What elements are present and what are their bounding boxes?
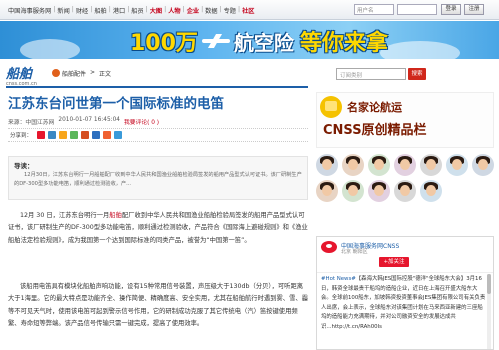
weibo-location: 北京 朝阳区 bbox=[341, 249, 368, 255]
nav-link[interactable]: 船舶 bbox=[94, 6, 106, 15]
nav-link[interactable]: 数据 bbox=[205, 6, 217, 15]
site-logo[interactable]: 船舶 cnss.com.cn bbox=[6, 63, 37, 87]
nav-link[interactable]: 船员 bbox=[131, 6, 143, 15]
weibo-scrollbar[interactable] bbox=[487, 274, 491, 349]
home-icon[interactable] bbox=[52, 69, 60, 77]
share-icon[interactable] bbox=[48, 131, 57, 139]
airplane-icon bbox=[201, 34, 230, 48]
follow-button[interactable]: +加关注 bbox=[379, 257, 409, 267]
section-divider bbox=[6, 86, 308, 88]
weibo-hashtag[interactable]: #Hot News# bbox=[321, 276, 356, 282]
register-button[interactable]: 注册 bbox=[464, 4, 484, 15]
nav-link[interactable]: 中国海事服务网 bbox=[8, 6, 51, 15]
columnist-avatar[interactable] bbox=[316, 154, 338, 176]
columnist-avatar[interactable] bbox=[420, 180, 442, 202]
share-label: 分享到： bbox=[10, 133, 33, 139]
banner-text-insurance: 航空险 bbox=[233, 30, 294, 55]
username-input[interactable]: 用户名 bbox=[354, 4, 394, 15]
nav-link[interactable]: 人物 bbox=[168, 6, 180, 15]
intro-box: 导读： 12月30日，江苏东台明行一月船舶配厂收到中华人民共和国渔业船舶检验局签… bbox=[8, 156, 308, 200]
article-time: 2010-01-07 16:45:04 bbox=[58, 117, 120, 123]
banner-text-cta: 等你来拿 bbox=[299, 31, 388, 56]
nav-separator: | bbox=[238, 6, 241, 13]
breadcrumb: 船舶配件 > 正文 bbox=[62, 69, 111, 78]
search-button[interactable]: 搜索 bbox=[408, 68, 426, 80]
nav-link[interactable]: 新闻 bbox=[57, 6, 69, 15]
article-meta: 来源：中国江苏网 2010-01-07 16:45:04 我要评论( 0 ) bbox=[8, 117, 159, 126]
share-icon[interactable] bbox=[81, 131, 90, 139]
columnist-avatar[interactable] bbox=[472, 154, 494, 176]
columnist-avatar[interactable] bbox=[394, 154, 416, 176]
logo-text: 船舶 bbox=[6, 67, 33, 82]
share-icon[interactable] bbox=[103, 131, 112, 139]
password-input[interactable] bbox=[397, 4, 437, 15]
columnist-avatar[interactable] bbox=[342, 180, 364, 202]
para1-text-pre: 12月 30 日，江苏东台明行一月 bbox=[20, 212, 110, 219]
logo-row: 船舶 cnss.com.cn 船舶配件 > 正文 订阅类别 搜索 bbox=[0, 60, 499, 87]
nav-link[interactable]: 港口 bbox=[113, 6, 125, 15]
share-icon[interactable] bbox=[59, 131, 68, 139]
cloud-decoration bbox=[380, 41, 460, 59]
top-nav-links: 中国海事服务网 | 新闻 | 财经 | 船舶 | 港口 | 船员 | 大图 | 人物 | 企业 | 数据 | 专题 | 社区 bbox=[8, 6, 254, 15]
columnist-avatar[interactable] bbox=[368, 154, 390, 176]
share-icon[interactable] bbox=[37, 131, 46, 139]
columnist-avatar[interactable] bbox=[316, 180, 338, 202]
intro-title: 导读： bbox=[14, 162, 34, 170]
nav-separator: | bbox=[219, 6, 222, 13]
badge-inner bbox=[325, 101, 337, 111]
nav-separator: | bbox=[182, 6, 185, 13]
nav-separator: | bbox=[90, 6, 93, 13]
nav-link[interactable]: 专题 bbox=[224, 6, 236, 15]
breadcrumb-current: 正文 bbox=[99, 71, 112, 78]
ad-line-1: 名家论航运 bbox=[347, 101, 402, 114]
article-source: 来源：中国江苏网 bbox=[8, 120, 55, 126]
breadcrumb-separator: > bbox=[90, 69, 96, 76]
ad-line-2: CNSS原创精品栏 bbox=[323, 123, 427, 138]
weibo-logo-eye bbox=[326, 244, 332, 248]
avatar-grid bbox=[316, 154, 494, 202]
share-bar: 分享到： bbox=[8, 128, 308, 142]
nav-link[interactable]: 大图 bbox=[150, 6, 162, 15]
article-paragraph-1: 12月 30 日，江苏东台明行一月船舶配厂收到中华人民共和国渔业船舶检验局签发的… bbox=[8, 210, 308, 247]
nav-link[interactable]: 社区 bbox=[242, 6, 254, 15]
nav-separator: | bbox=[201, 6, 204, 13]
nav-separator: | bbox=[53, 6, 56, 13]
nav-separator: | bbox=[164, 6, 167, 13]
article-paragraph-2: 该船用电笛具有模块化船舶声响功能，设有15种常用信号装置，声压级大于130db（… bbox=[8, 283, 308, 328]
columnist-avatar[interactable] bbox=[394, 180, 416, 202]
intro-text: 12月30日，江苏东台明行一月船舶配厂收到中华人民共和国渔业船舶检验局签发的船用… bbox=[14, 172, 302, 187]
login-button[interactable]: 登录 bbox=[441, 4, 461, 15]
columnist-avatar[interactable] bbox=[342, 154, 364, 176]
top-nav-bar: 中国海事服务网 | 新闻 | 财经 | 船舶 | 港口 | 船员 | 大图 | 人物 | 企业 | 数据 | 专题 | 社区… bbox=[0, 0, 499, 20]
column-ad[interactable]: 名家论航运 CNSS原创精品栏 bbox=[316, 92, 494, 148]
comments-link[interactable]: 我要评论( 0 ) bbox=[124, 117, 159, 126]
columnist-avatar[interactable] bbox=[368, 180, 390, 202]
nav-link[interactable]: 企业 bbox=[187, 6, 199, 15]
weibo-post: #Hot News#【森海大韩JES国际控股"德洋"全球船东大会】3月16日，韩… bbox=[321, 275, 486, 332]
banner-text-amount: 100万 bbox=[130, 31, 198, 56]
share-icon[interactable] bbox=[92, 131, 101, 139]
columnist-avatar[interactable] bbox=[420, 154, 442, 176]
ad-banner[interactable]: 100万 航空险 等你来拿 bbox=[0, 21, 499, 59]
nav-link[interactable]: 财经 bbox=[76, 6, 88, 15]
weibo-post-text: 【森海大韩JES国际控股"德洋"全球船东大会】3月16日，韩资全球最贵干船坞的造… bbox=[321, 276, 486, 330]
nav-separator: | bbox=[145, 6, 148, 13]
share-icon[interactable] bbox=[114, 131, 123, 139]
banner-headline: 100万 航空险 等你来拿 bbox=[130, 28, 388, 57]
scrollbar-thumb[interactable] bbox=[487, 274, 491, 294]
nav-separator: | bbox=[108, 6, 111, 13]
breadcrumb-section[interactable]: 船舶配件 bbox=[62, 69, 86, 78]
weibo-widget: 中国海事服务网CNSS 北京 朝阳区 +加关注 #Hot News#【森海大韩J… bbox=[316, 236, 494, 350]
share-icon[interactable] bbox=[70, 131, 79, 139]
keyword-link[interactable]: 船舶 bbox=[109, 212, 122, 219]
cloud-decoration bbox=[20, 39, 80, 59]
nav-separator: | bbox=[71, 6, 74, 13]
nav-separator: | bbox=[127, 6, 130, 13]
article-title: 江苏东台问世第一个国际标准的电笛 bbox=[8, 96, 224, 112]
columnist-avatar[interactable] bbox=[446, 154, 468, 176]
search-input[interactable]: 订阅类别 bbox=[336, 68, 406, 80]
weibo-divider bbox=[317, 272, 493, 273]
